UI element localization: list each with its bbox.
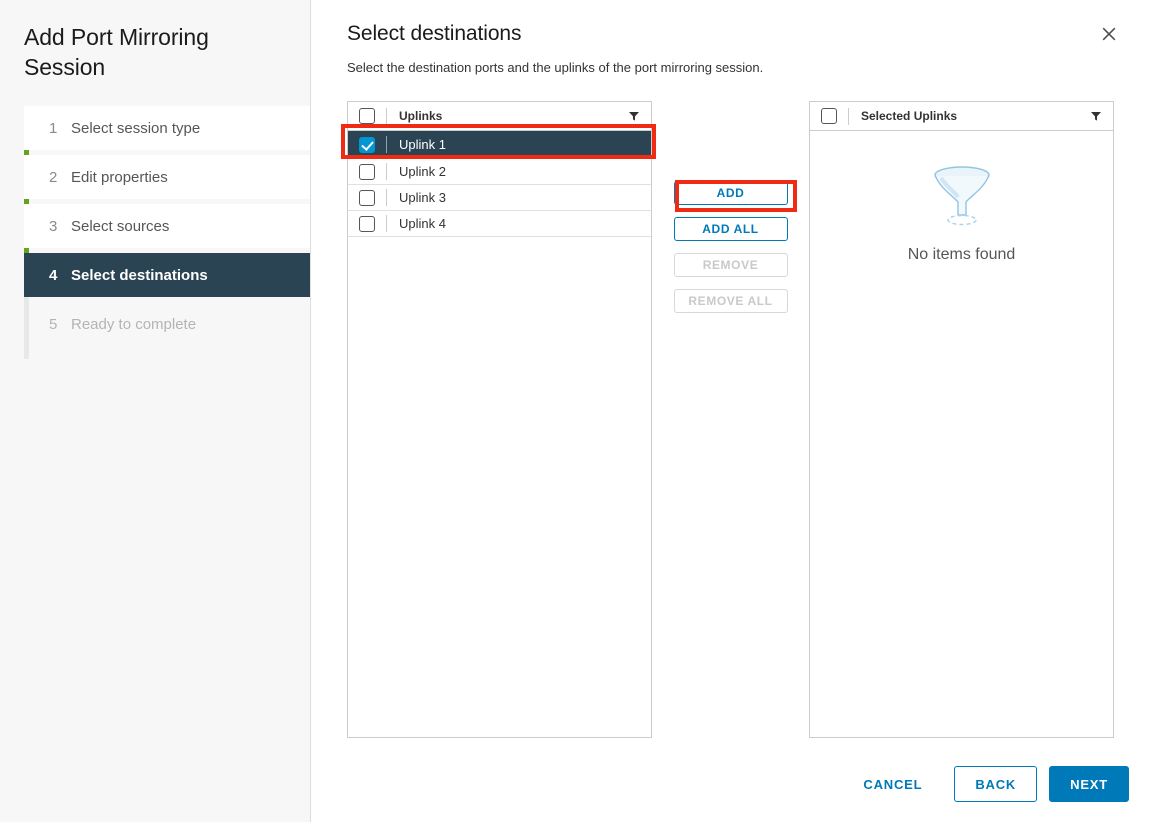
row-checkbox[interactable]: [359, 164, 375, 180]
wizard-title: Add Port Mirroring Session: [0, 0, 310, 82]
selected-panel-title: Selected Uplinks: [849, 109, 1087, 123]
available-uplinks-list: Uplink 1 Uplink 2 Upli: [348, 131, 651, 737]
step-number: 2: [49, 169, 71, 186]
back-button[interactable]: BACK: [954, 766, 1037, 802]
step-number: 1: [49, 120, 71, 137]
add-port-mirroring-session-wizard: Add Port Mirroring Session 1 Select sess…: [0, 0, 1153, 822]
selected-select-all-checkbox[interactable]: [821, 108, 837, 124]
wizard-step-list: 1 Select session type 2 Edit properties …: [0, 106, 310, 346]
list-item-label: Uplink 4: [387, 216, 446, 231]
sidebar-step-edit-properties[interactable]: 2 Edit properties: [24, 155, 310, 199]
funnel-icon: [927, 161, 997, 232]
step-label: Ready to complete: [71, 316, 196, 333]
wizard-main-panel: Select destinations Select the destinati…: [311, 0, 1153, 822]
available-select-all-checkbox[interactable]: [359, 108, 375, 124]
row-checkbox[interactable]: [359, 137, 375, 153]
step-number: 5: [49, 316, 71, 333]
page-subtitle: Select the destination ports and the upl…: [347, 60, 1117, 75]
wizard-footer: CANCEL BACK NEXT: [843, 766, 1129, 802]
sidebar-step-select-destinations[interactable]: 4 Select destinations: [24, 253, 310, 297]
sidebar-step-select-session-type[interactable]: 1 Select session type: [24, 106, 310, 150]
row-checkbox-cell[interactable]: [348, 164, 386, 180]
available-uplinks-panel: Uplinks Uplink 1: [347, 101, 652, 738]
selected-panel-empty-state: No items found: [810, 131, 1113, 737]
list-item[interactable]: Uplink 2: [348, 159, 651, 185]
wizard-sidebar: Add Port Mirroring Session 1 Select sess…: [0, 0, 311, 822]
remove-all-button: REMOVE ALL: [674, 289, 788, 313]
available-panel-title: Uplinks: [387, 109, 625, 123]
row-checkbox-cell[interactable]: [348, 216, 386, 232]
step-label: Select sources: [71, 218, 169, 235]
cancel-button[interactable]: CANCEL: [843, 766, 942, 802]
row-checkbox-cell[interactable]: [348, 137, 386, 153]
available-panel-header: Uplinks: [348, 102, 651, 131]
page-title: Select destinations: [347, 22, 1117, 46]
add-all-button[interactable]: ADD ALL: [674, 217, 788, 241]
list-item[interactable]: Uplink 3: [348, 185, 651, 211]
transfer-button-column: ADD ADD ALL REMOVE REMOVE ALL: [652, 101, 809, 741]
row-checkbox-cell[interactable]: [348, 190, 386, 206]
step-number: 3: [49, 218, 71, 235]
list-item-label: Uplink 3: [387, 190, 446, 205]
step-label: Select destinations: [71, 267, 208, 284]
list-item[interactable]: Uplink 4: [348, 211, 651, 237]
transfer-widget: Uplinks Uplink 1: [347, 101, 1153, 741]
selected-select-all-cell[interactable]: [810, 108, 848, 124]
step-number: 4: [49, 267, 71, 284]
filter-icon[interactable]: [625, 107, 643, 125]
selected-uplinks-panel: Selected Uplinks: [809, 101, 1114, 738]
close-icon[interactable]: [1095, 20, 1123, 48]
row-checkbox[interactable]: [359, 216, 375, 232]
step-label: Select session type: [71, 120, 200, 137]
selected-panel-header: Selected Uplinks: [810, 102, 1113, 131]
list-item[interactable]: Uplink 1: [348, 131, 651, 159]
row-checkbox[interactable]: [359, 190, 375, 206]
remove-button: REMOVE: [674, 253, 788, 277]
sidebar-step-ready-to-complete: 5 Ready to complete: [24, 302, 310, 346]
list-item-label: Uplink 2: [387, 164, 446, 179]
filter-icon[interactable]: [1087, 107, 1105, 125]
list-item-label: Uplink 1: [387, 137, 446, 152]
sidebar-step-select-sources[interactable]: 3 Select sources: [24, 204, 310, 248]
page-header: Select destinations Select the destinati…: [311, 0, 1153, 75]
empty-state-text: No items found: [908, 246, 1016, 264]
next-button[interactable]: NEXT: [1049, 766, 1129, 802]
step-label: Edit properties: [71, 169, 168, 186]
add-button[interactable]: ADD: [674, 181, 788, 205]
available-select-all-cell[interactable]: [348, 108, 386, 124]
